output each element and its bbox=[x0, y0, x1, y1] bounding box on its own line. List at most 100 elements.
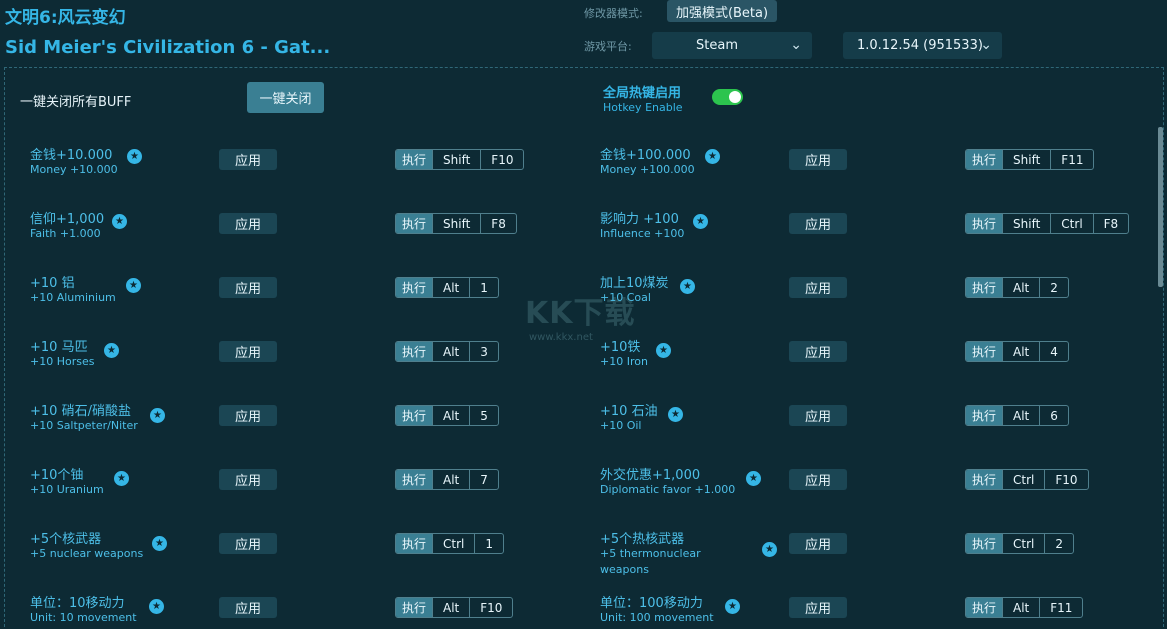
apply-button[interactable]: 应用 bbox=[789, 149, 847, 170]
hotkey-group[interactable]: 执行 Alt F10 bbox=[395, 597, 514, 618]
favorite-star-icon[interactable]: ★ bbox=[104, 343, 119, 358]
cheat-name-en: Faith +1.000 bbox=[30, 227, 101, 240]
cheat-name-en: +5 thermonuclear weapons bbox=[600, 547, 701, 576]
apply-button[interactable]: 应用 bbox=[789, 533, 847, 554]
cheat-name-cn: +10铁 bbox=[600, 340, 641, 355]
execute-button[interactable]: 执行 bbox=[396, 598, 433, 617]
favorite-star-icon[interactable]: ★ bbox=[762, 542, 777, 557]
apply-button[interactable]: 应用 bbox=[219, 597, 277, 618]
apply-button[interactable]: 应用 bbox=[219, 405, 277, 426]
apply-button[interactable]: 应用 bbox=[219, 469, 277, 490]
mode-button[interactable]: 加强模式(Beta) bbox=[667, 0, 777, 22]
hotkey-group[interactable]: 执行 Shift Ctrl F8 bbox=[965, 213, 1130, 234]
execute-button[interactable]: 执行 bbox=[966, 342, 1003, 361]
execute-button[interactable]: 执行 bbox=[396, 150, 433, 169]
execute-button[interactable]: 执行 bbox=[396, 278, 433, 297]
cheat-name-en: +10 Uranium bbox=[30, 483, 104, 496]
platform-select[interactable]: Steam ⌄ bbox=[652, 32, 812, 59]
close-all-button[interactable]: 一键关闭 bbox=[247, 82, 324, 113]
execute-button[interactable]: 执行 bbox=[396, 534, 433, 553]
execute-button[interactable]: 执行 bbox=[966, 470, 1003, 489]
cheat-name-cn: 金钱+100.000 bbox=[600, 148, 691, 163]
cheat-name-en: +10 Iron bbox=[600, 355, 648, 368]
apply-button[interactable]: 应用 bbox=[789, 405, 847, 426]
hotkey-group[interactable]: 执行 Alt 4 bbox=[965, 341, 1069, 362]
favorite-star-icon[interactable]: ★ bbox=[112, 214, 127, 229]
execute-button[interactable]: 执行 bbox=[396, 470, 433, 489]
hotkey-group[interactable]: 执行 Alt 3 bbox=[395, 341, 499, 362]
execute-button[interactable]: 执行 bbox=[966, 214, 1003, 233]
hotkey-group[interactable]: 执行 Alt F11 bbox=[965, 597, 1084, 618]
apply-button[interactable]: 应用 bbox=[219, 341, 277, 362]
favorite-star-icon[interactable]: ★ bbox=[680, 279, 695, 294]
cheat-item: +10铁 +10 Iron ★ 应用 执行 Alt 4 bbox=[600, 336, 1167, 386]
hotkey-key: Ctrl bbox=[1050, 214, 1092, 233]
hotkey-key: Shift bbox=[1002, 214, 1050, 233]
favorite-star-icon[interactable]: ★ bbox=[126, 278, 141, 293]
execute-button[interactable]: 执行 bbox=[396, 214, 433, 233]
cheat-name-en: +5 nuclear weapons bbox=[30, 547, 144, 560]
hotkey-group[interactable]: 执行 Shift F10 bbox=[395, 149, 525, 170]
hotkey-group[interactable]: 执行 Shift F8 bbox=[395, 213, 517, 234]
cheat-item: +5个核武器 +5 nuclear weapons ★ 应用 执行 Ctrl 1 bbox=[30, 528, 600, 578]
cheat-item: +10个铀 +10 Uranium ★ 应用 执行 Alt 7 bbox=[30, 464, 600, 514]
favorite-star-icon[interactable]: ★ bbox=[127, 149, 142, 164]
platform-label: 游戏平台: bbox=[584, 40, 632, 53]
cheat-name-cn: 加上10煤炭 bbox=[600, 276, 669, 291]
apply-button[interactable]: 应用 bbox=[789, 597, 847, 618]
apply-button[interactable]: 应用 bbox=[219, 213, 277, 234]
favorite-star-icon[interactable]: ★ bbox=[114, 471, 129, 486]
hotkey-key: 1 bbox=[469, 278, 498, 297]
apply-button[interactable]: 应用 bbox=[789, 213, 847, 234]
execute-button[interactable]: 执行 bbox=[966, 598, 1003, 617]
execute-button[interactable]: 执行 bbox=[966, 150, 1003, 169]
cheat-item: 加上10煤炭 +10 Coal ★ 应用 执行 Alt 2 bbox=[600, 272, 1167, 322]
apply-button[interactable]: 应用 bbox=[789, 341, 847, 362]
apply-button[interactable]: 应用 bbox=[789, 469, 847, 490]
apply-button[interactable]: 应用 bbox=[789, 277, 847, 298]
execute-button[interactable]: 执行 bbox=[396, 406, 433, 425]
version-select[interactable]: 1.0.12.54 (951533) ⌄ bbox=[843, 32, 1002, 59]
cheat-item: 信仰+1,000 Faith +1.000 ★ 应用 执行 Shift F8 bbox=[30, 208, 600, 258]
cheat-item: 金钱+10.000 Money +10.000 ★ 应用 执行 Shift F10 bbox=[30, 144, 600, 194]
favorite-star-icon[interactable]: ★ bbox=[149, 599, 164, 614]
hotkey-group[interactable]: 执行 Shift F11 bbox=[965, 149, 1095, 170]
favorite-star-icon[interactable]: ★ bbox=[746, 471, 761, 486]
hotkey-group[interactable]: 执行 Alt 7 bbox=[395, 469, 499, 490]
apply-button[interactable]: 应用 bbox=[219, 277, 277, 298]
cheat-name-en: Influence +100 bbox=[600, 227, 685, 240]
favorite-star-icon[interactable]: ★ bbox=[152, 536, 167, 551]
cheat-name-cn: +5个热核武器 bbox=[600, 532, 685, 547]
platform-value: Steam bbox=[696, 38, 738, 53]
hotkey-group[interactable]: 执行 Ctrl 1 bbox=[395, 533, 505, 554]
apply-button[interactable]: 应用 bbox=[219, 149, 277, 170]
favorite-star-icon[interactable]: ★ bbox=[656, 343, 671, 358]
cheat-name-cn: 信仰+1,000 bbox=[30, 212, 105, 227]
hotkey-group[interactable]: 执行 Alt 6 bbox=[965, 405, 1069, 426]
favorite-star-icon[interactable]: ★ bbox=[693, 214, 708, 229]
cheat-item: +10 石油 +10 Oil ★ 应用 执行 Alt 6 bbox=[600, 400, 1167, 450]
hotkey-group[interactable]: 执行 Alt 5 bbox=[395, 405, 499, 426]
favorite-star-icon[interactable]: ★ bbox=[725, 599, 740, 614]
cheat-item: 外交优惠+1,000 Diplomatic favor +1.000 ★ 应用 执行 Ct… bbox=[600, 464, 1167, 514]
hotkey-toggle[interactable] bbox=[712, 89, 743, 105]
execute-button[interactable]: 执行 bbox=[396, 342, 433, 361]
cheat-name-cn: +10 马匹 bbox=[30, 340, 88, 355]
execute-button[interactable]: 执行 bbox=[966, 278, 1003, 297]
hotkey-group[interactable]: 执行 Alt 1 bbox=[395, 277, 499, 298]
apply-button[interactable]: 应用 bbox=[219, 533, 277, 554]
hotkey-group[interactable]: 执行 Alt 2 bbox=[965, 277, 1069, 298]
hotkey-group[interactable]: 执行 Ctrl F10 bbox=[965, 469, 1089, 490]
execute-button[interactable]: 执行 bbox=[966, 406, 1003, 425]
favorite-star-icon[interactable]: ★ bbox=[705, 149, 720, 164]
favorite-star-icon[interactable]: ★ bbox=[150, 408, 165, 423]
cheat-name-en: Money +100.000 bbox=[600, 163, 695, 176]
hotkey-group[interactable]: 执行 Ctrl 2 bbox=[965, 533, 1075, 554]
hotkey-label-en: Hotkey Enable bbox=[603, 101, 683, 114]
execute-button[interactable]: 执行 bbox=[966, 534, 1003, 553]
cheat-item: 单位：10移动力 Unit: 10 movement ★ 应用 执行 Alt F10 bbox=[30, 592, 600, 629]
hotkey-key: F11 bbox=[1039, 598, 1082, 617]
hotkey-key: 2 bbox=[1044, 534, 1073, 553]
hotkey-key: 1 bbox=[474, 534, 503, 553]
favorite-star-icon[interactable]: ★ bbox=[668, 407, 683, 422]
